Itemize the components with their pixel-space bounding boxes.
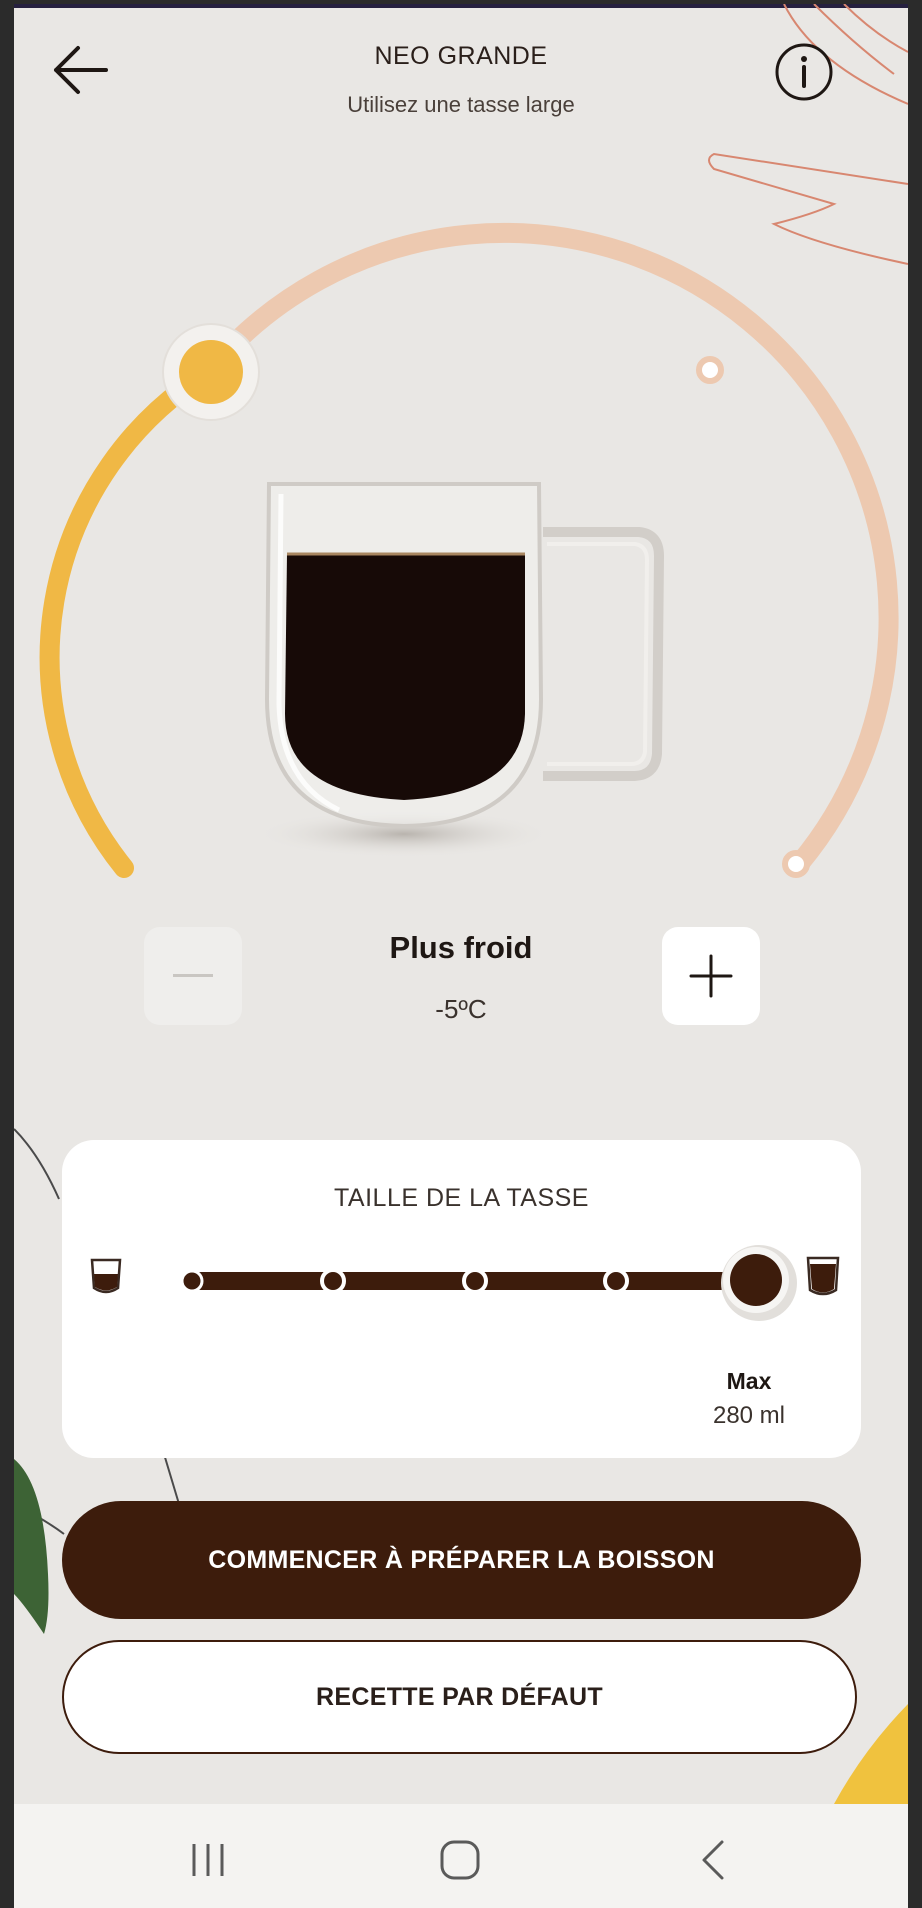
recent-apps-icon (192, 1844, 224, 1876)
home-button[interactable] (430, 1830, 490, 1890)
cup-size-step-dot[interactable] (603, 1268, 629, 1294)
cup-size-selected-value: 280 ml (712, 1402, 786, 1429)
temperature-handle[interactable] (162, 323, 260, 421)
home-icon (440, 1840, 480, 1880)
app-screen: NEO GRANDE Utilisez une tasse large Plus… (14, 4, 908, 1908)
cup-size-step-dot[interactable] (180, 1269, 204, 1293)
large-cup-icon (806, 1256, 840, 1296)
cup-size-step-dot[interactable] (462, 1268, 488, 1294)
default-recipe-button[interactable]: RECETTE PAR DÉFAUT (62, 1640, 857, 1754)
back-chevron-icon (702, 1840, 724, 1880)
cup-size-card: TAILLE DE LA TASSE Max 280 ml (62, 1140, 861, 1458)
plus-icon (689, 954, 733, 998)
system-back-button[interactable] (684, 1830, 744, 1890)
cup-size-step-dot[interactable] (320, 1268, 346, 1294)
start-brewing-button[interactable]: COMMENCER À PRÉPARER LA BOISSON (62, 1501, 861, 1619)
temperature-value: -5ºC (435, 994, 487, 1024)
system-navigation-bar (14, 1804, 908, 1908)
temperature-label: Plus froid (389, 930, 533, 965)
temperature-arc-filled (39, 362, 218, 878)
minus-icon (173, 974, 213, 977)
temperature-step-dot[interactable] (782, 850, 810, 878)
cup-size-handle[interactable] (721, 1245, 797, 1321)
increase-temperature-button[interactable] (662, 927, 760, 1025)
coffee-mug-illustration (254, 482, 665, 858)
start-brewing-label: COMMENCER À PRÉPARER LA BOISSON (208, 1545, 715, 1574)
cup-size-selected-label: Max (726, 1368, 772, 1394)
default-recipe-label: RECETTE PAR DÉFAUT (316, 1682, 603, 1711)
small-cup-icon (90, 1258, 122, 1294)
temperature-step-dot[interactable] (696, 356, 724, 384)
cup-size-slider[interactable] (62, 1140, 861, 1360)
recent-apps-button[interactable] (178, 1830, 238, 1890)
